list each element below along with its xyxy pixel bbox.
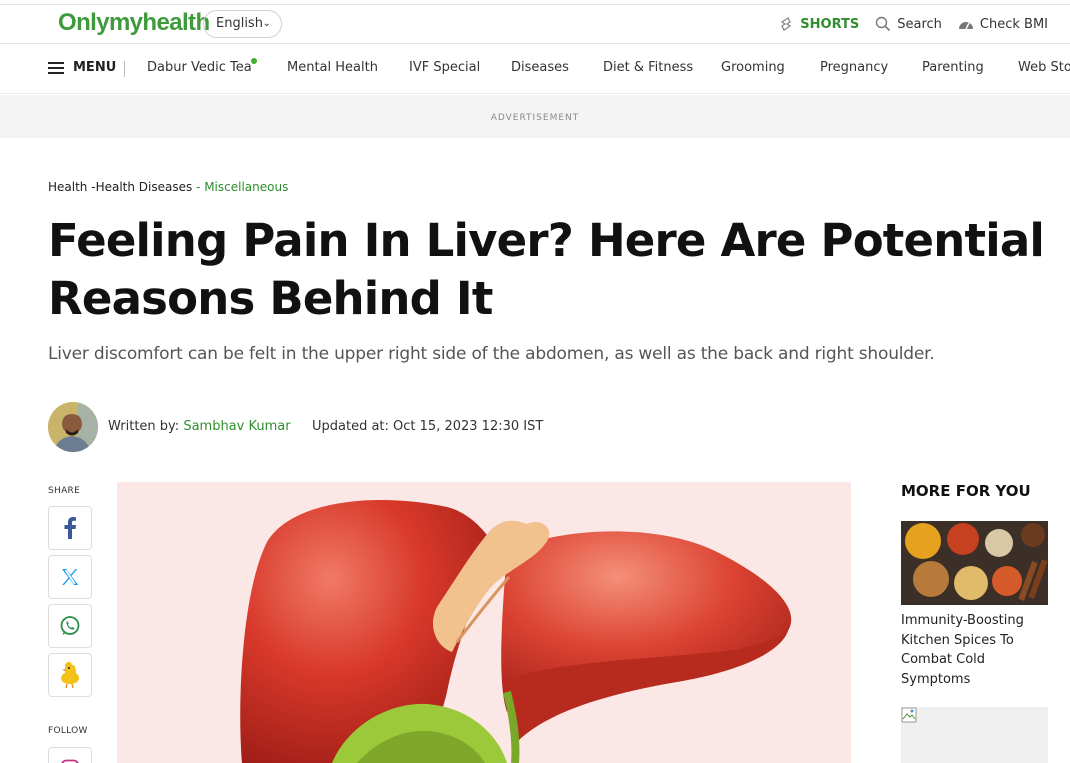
spices-thumbnail[interactable]	[901, 521, 1048, 605]
check-bmi-label: Check BMI	[979, 16, 1048, 32]
language-selector[interactable]: English ⌄	[203, 10, 282, 38]
nav-item-web-stories[interactable]: Web Sto	[1018, 60, 1070, 75]
whatsapp-share-button[interactable]	[48, 604, 92, 648]
nav-item-diet-fitness[interactable]: Diet & Fitness	[603, 60, 693, 75]
nav-item-mental-health[interactable]: Mental Health	[287, 60, 378, 75]
written-by-label: Written by:	[108, 419, 184, 434]
nav-item-grooming[interactable]: Grooming	[721, 60, 785, 75]
liver-illustration	[240, 500, 792, 763]
nav-item-diseases[interactable]: Diseases	[511, 60, 569, 75]
shorts-link[interactable]: SHORTS	[778, 16, 859, 32]
menu-label: MENU	[73, 60, 117, 75]
facebook-share-button[interactable]	[48, 506, 92, 550]
advertisement-banner: ADVERTISEMENT	[0, 95, 1070, 138]
menu-button[interactable]: MENU	[48, 60, 116, 75]
chevron-down-icon: ⌄	[262, 18, 271, 29]
breadcrumb-health[interactable]: Health	[48, 180, 87, 194]
shorts-icon	[781, 17, 792, 31]
breadcrumb-health-diseases[interactable]: -Health Diseases	[91, 180, 192, 194]
nav-item-ivf-special[interactable]: IVF Special	[409, 60, 480, 75]
card-title-immunity-spices[interactable]: Immunity-Boosting Kitchen Spices To Comb…	[901, 611, 1041, 689]
x-share-button[interactable]	[48, 555, 92, 599]
koo-share-button[interactable]	[48, 653, 92, 697]
more-for-you-heading: MORE FOR YOU	[901, 482, 1031, 500]
shorts-label: SHORTS	[800, 16, 860, 32]
author-byline: Written by: Sambhav Kumar	[108, 419, 291, 434]
article-subtitle: Liver discomfort can be felt in the uppe…	[48, 344, 935, 364]
nav-item-pregnancy[interactable]: Pregnancy	[820, 60, 888, 75]
instagram-follow-button[interactable]	[48, 747, 92, 763]
main-nav: MENU Dabur Vedic Tea Mental Health IVF S…	[0, 44, 1070, 94]
share-label: SHARE	[48, 486, 81, 496]
language-label: English	[216, 16, 263, 31]
second-card-image[interactable]	[901, 707, 1048, 763]
broken-image-icon	[901, 707, 917, 723]
breadcrumb-miscellaneous[interactable]: - Miscellaneous	[196, 180, 288, 194]
nav-divider	[124, 61, 125, 77]
advertisement-label: ADVERTISEMENT	[490, 113, 580, 123]
instagram-icon	[61, 759, 79, 763]
author-link[interactable]: Sambhav Kumar	[183, 419, 290, 434]
whatsapp-icon	[60, 616, 80, 635]
top-bar: Onlymyhealth English ⌄ SHORTS Search Che…	[0, 4, 1070, 44]
nav-item-parenting[interactable]: Parenting	[922, 60, 984, 75]
search-link[interactable]: Search	[875, 16, 942, 32]
koo-icon	[61, 661, 80, 689]
article-title: Feeling Pain In Liver? Here Are Potentia…	[48, 214, 1045, 325]
site-logo[interactable]: Onlymyhealth	[58, 9, 210, 37]
search-label: Search	[897, 16, 942, 32]
updated-timestamp: Updated at: Oct 15, 2023 12:30 IST	[312, 419, 544, 434]
top-actions: SHORTS Search Check BMI	[762, 5, 1048, 43]
x-icon	[62, 569, 79, 585]
follow-label: FOLLOW	[48, 726, 88, 736]
hero-image-liver	[117, 482, 851, 763]
breadcrumb: Health -Health Diseases - Miscellaneous	[48, 180, 288, 194]
search-icon	[876, 16, 891, 32]
check-bmi-link[interactable]: Check BMI	[958, 17, 1048, 32]
hamburger-icon	[48, 61, 64, 74]
facebook-icon	[64, 517, 76, 539]
nav-item-dabur-vedic-tea[interactable]: Dabur Vedic Tea	[147, 60, 252, 75]
author-avatar[interactable]	[48, 402, 98, 452]
gauge-icon	[958, 22, 973, 30]
new-badge-dot	[251, 58, 257, 64]
